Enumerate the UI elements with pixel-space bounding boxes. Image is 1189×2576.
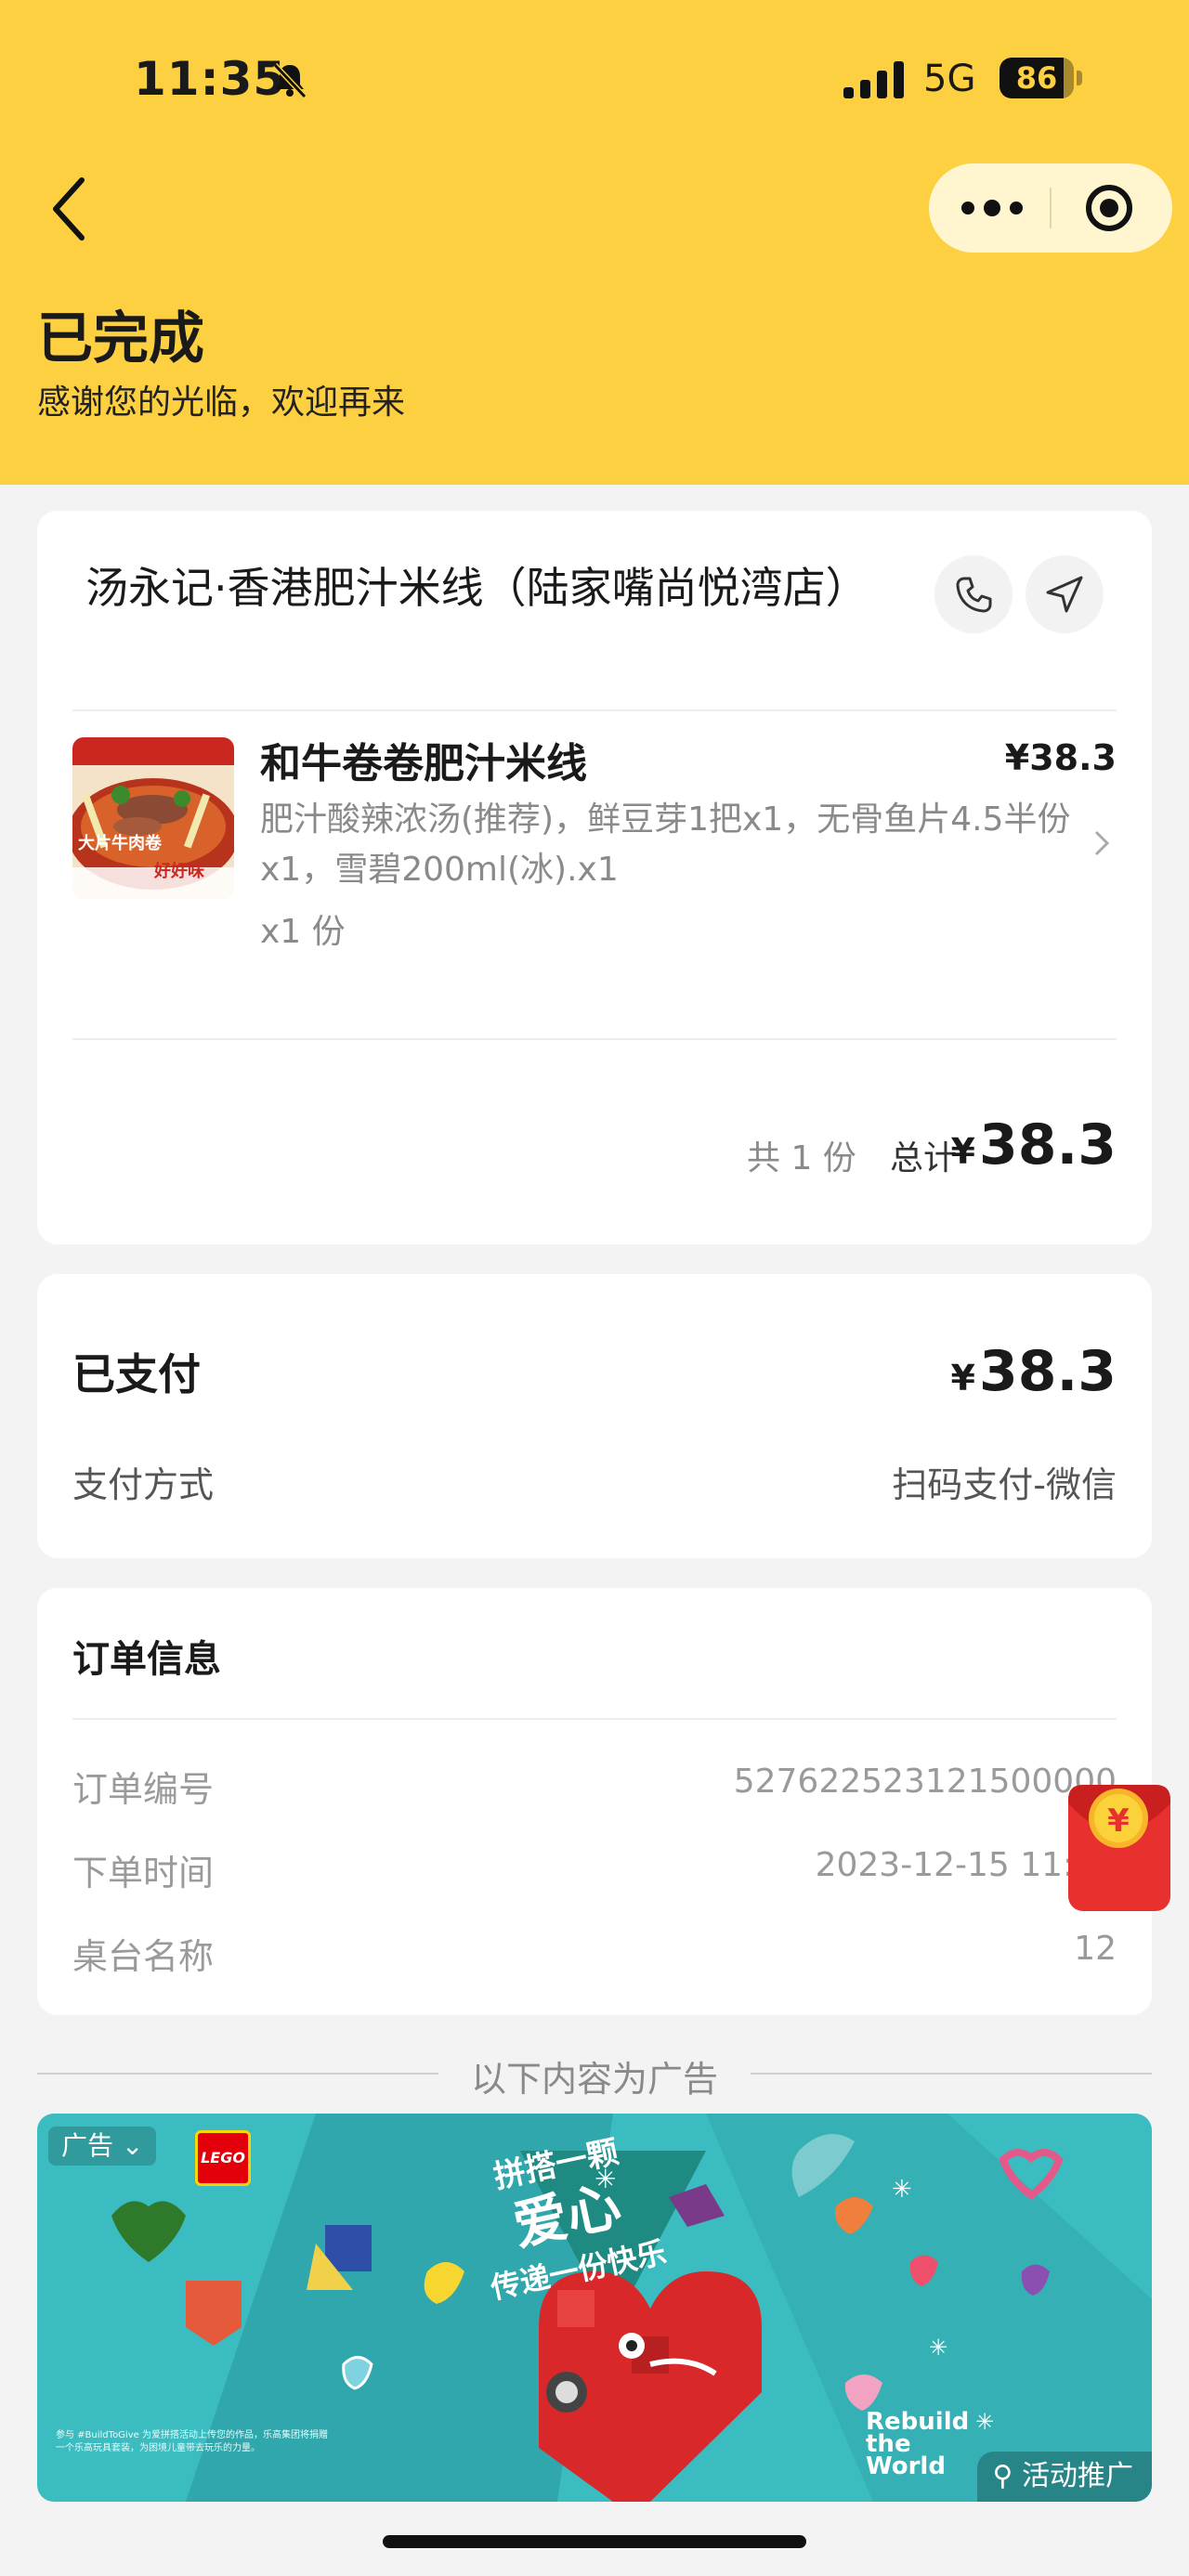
divider xyxy=(72,1718,1117,1720)
food-item-quantity: x1 份 xyxy=(260,913,346,951)
food-item-name: 和牛卷卷肥汁米线 xyxy=(260,740,587,787)
payment-method-label: 支付方式 xyxy=(72,1464,215,1505)
food-image-caption-2: 好好味 xyxy=(153,861,204,881)
call-store-button[interactable] xyxy=(934,555,1013,633)
order-info-card: 订单信息 订单编号 527622523121500000 下单时间 2023-1… xyxy=(37,1588,1152,2015)
store-order-card: 汤永记·香港肥汁米线（陆家嘴尚悦湾店） 大片牛肉卷 好好味 和牛卷卷肥汁米线 ¥… xyxy=(37,511,1152,1244)
total-amount: ¥38.3 xyxy=(951,1112,1117,1177)
more-options-icon[interactable] xyxy=(929,163,1050,253)
activity-promotion-label: 活动推广 xyxy=(1022,2460,1133,2492)
back-button[interactable] xyxy=(37,167,102,251)
link-icon: ⚲ xyxy=(992,2460,1022,2492)
ad-tag[interactable]: 广告 ⌄ xyxy=(48,2127,157,2166)
network-type: 5G xyxy=(923,58,976,100)
item-count: 共 1 份 xyxy=(747,1139,856,1177)
ad-slogan: Rebuild the World xyxy=(866,2408,970,2480)
ad-banner[interactable]: ✳ ✳ ✳ ✳ 广告 ⌄ LEGO 拼搭一颗 爱心 传递一份快乐 参与 #Bui… xyxy=(37,2114,1152,2502)
chevron-right-icon[interactable] xyxy=(1092,826,1111,860)
order-info-title: 订单信息 xyxy=(72,1638,221,1681)
activity-promotion-link[interactable]: ⚲ 活动推广 xyxy=(977,2452,1152,2502)
order-status-title: 已完成 xyxy=(37,306,204,371)
ad-divider-text: 以下内容为广告 xyxy=(470,2059,718,2100)
paid-amount-value: 38.3 xyxy=(978,1339,1117,1404)
paid-amount: ¥38.3 xyxy=(951,1339,1117,1404)
paid-label: 已支付 xyxy=(72,1349,201,1399)
table-name-label: 桌台名称 xyxy=(72,1936,215,1977)
phone-icon xyxy=(956,577,992,613)
svg-text:✳: ✳ xyxy=(975,2409,994,2435)
payment-method-value: 扫码支付-微信 xyxy=(892,1464,1117,1505)
svg-text:✳: ✳ xyxy=(929,2335,947,2361)
payment-card: 已支付 ¥38.3 支付方式 扫码支付-微信 xyxy=(37,1274,1152,1558)
close-mini-program-icon[interactable] xyxy=(1052,163,1172,253)
home-indicator[interactable] xyxy=(383,2535,806,2548)
food-item-price: ¥38.3 xyxy=(1004,737,1117,778)
lego-logo: LEGO xyxy=(195,2130,251,2186)
divider xyxy=(72,709,1117,711)
svg-text:¥: ¥ xyxy=(1107,1802,1130,1840)
bell-muted-icon xyxy=(272,62,307,99)
order-status-subtitle: 感谢您的光临，欢迎再来 xyxy=(37,384,406,422)
currency-symbol: ¥ xyxy=(950,1358,975,1399)
table-name-value: 12 xyxy=(1074,1930,1117,1968)
total-label: 总计 xyxy=(890,1139,958,1177)
svg-text:✳: ✳ xyxy=(892,2176,912,2204)
store-name[interactable]: 汤永记·香港肥汁米线（陆家嘴尚悦湾店） xyxy=(85,557,921,618)
order-number-value[interactable]: 527622523121500000 xyxy=(734,1763,1117,1801)
order-time-label: 下单时间 xyxy=(72,1853,215,1893)
status-time: 11:35 xyxy=(134,52,287,106)
battery-level: 86 xyxy=(1015,60,1058,96)
total-amount-value: 38.3 xyxy=(978,1112,1117,1177)
food-image: 大片牛肉卷 好好味 xyxy=(72,737,234,899)
order-number-label: 订单编号 xyxy=(72,1769,215,1810)
currency-symbol: ¥ xyxy=(950,1131,975,1172)
ad-fineprint: 参与 #BuildToGive 为爱拼搭活动上传您的作品，乐高集团将捐赠一个乐高… xyxy=(56,2430,328,2453)
ad-divider-line xyxy=(37,2073,438,2075)
header-area: 11:35 5G 86 已完成 感谢您的光临，欢迎再来 xyxy=(0,0,1189,485)
navigation-arrow-icon xyxy=(1046,576,1083,613)
divider xyxy=(72,1038,1117,1040)
battery-icon: 86 xyxy=(1000,58,1083,98)
navigate-store-button[interactable] xyxy=(1026,555,1104,633)
cellular-signal-icon xyxy=(843,61,904,98)
ad-tag-label: 广告 xyxy=(61,2130,114,2161)
red-packet-icon[interactable]: ¥ xyxy=(1063,1776,1174,1915)
food-item-options: 肥汁酸辣浓汤(推荐)，鲜豆芽1把x1，无骨鱼片4.5半份x1，雪碧200ml(冰… xyxy=(260,800,1071,889)
ad-divider-line xyxy=(751,2073,1152,2075)
food-image-caption-1: 大片牛肉卷 xyxy=(78,833,163,853)
mini-program-capsule xyxy=(929,163,1172,253)
